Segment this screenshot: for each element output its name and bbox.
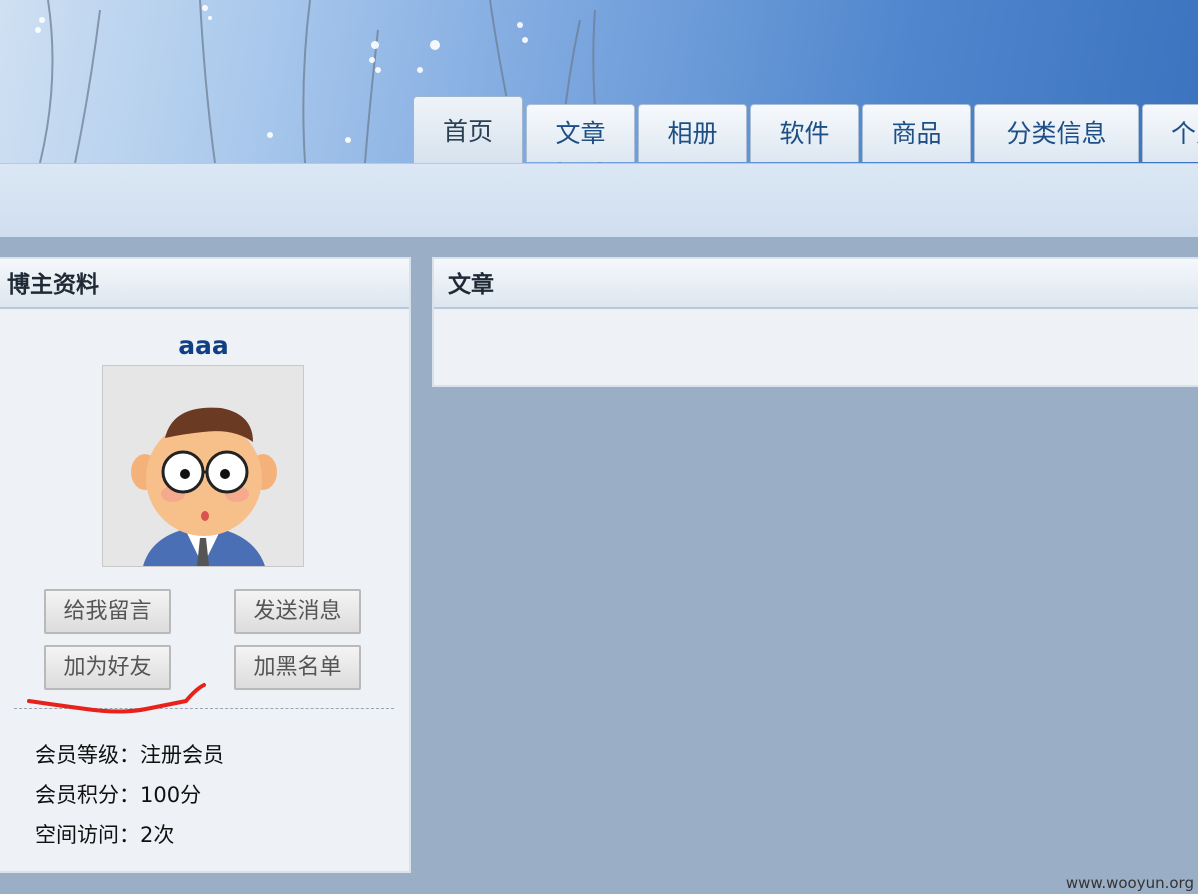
tab-albums[interactable]: 相册 — [638, 104, 747, 162]
blogger-profile-panel: 博主资料 aaa 给我留言 发送消息 加为好友 加黑名单 会员等级：注册会员 会… — [0, 257, 411, 873]
tab-articles[interactable]: 文章 — [526, 104, 635, 162]
space-visits-row: 空间访问：2次 — [35, 819, 174, 849]
main-nav-tabs: 首页 文章 相册 软件 商品 分类信息 个人 — [413, 96, 1198, 163]
member-points-value: 100分 — [140, 783, 202, 807]
member-points-row: 会员积分：100分 — [35, 779, 201, 809]
member-level-row: 会员等级：注册会员 — [35, 739, 224, 769]
tab-personal[interactable]: 个人 — [1142, 104, 1198, 162]
tab-home[interactable]: 首页 — [413, 96, 523, 163]
member-level-value: 注册会员 — [140, 743, 224, 767]
leave-message-button[interactable]: 给我留言 — [44, 589, 171, 634]
red-underline-annotation — [27, 683, 206, 714]
send-message-button[interactable]: 发送消息 — [234, 589, 361, 634]
avatar — [102, 365, 304, 567]
blacklist-button[interactable]: 加黑名单 — [234, 645, 361, 690]
panel-title: 博主资料 — [0, 259, 409, 309]
articles-panel: 文章 — [432, 257, 1198, 387]
member-points-label: 会员积分： — [35, 783, 140, 807]
tab-classifieds[interactable]: 分类信息 — [974, 104, 1139, 162]
username[interactable]: aaa — [0, 331, 409, 360]
space-visits-value: 2次 — [140, 823, 175, 847]
cartoon-man-avatar-icon — [131, 407, 277, 566]
member-level-label: 会员等级： — [35, 743, 140, 767]
panel-title: 文章 — [434, 259, 1198, 309]
space-visits-label: 空间访问： — [35, 823, 140, 847]
tab-software[interactable]: 软件 — [750, 104, 859, 162]
watermark: www.wooyun.org — [1065, 874, 1194, 892]
tab-products[interactable]: 商品 — [862, 104, 971, 162]
header-subbar — [0, 163, 1198, 237]
